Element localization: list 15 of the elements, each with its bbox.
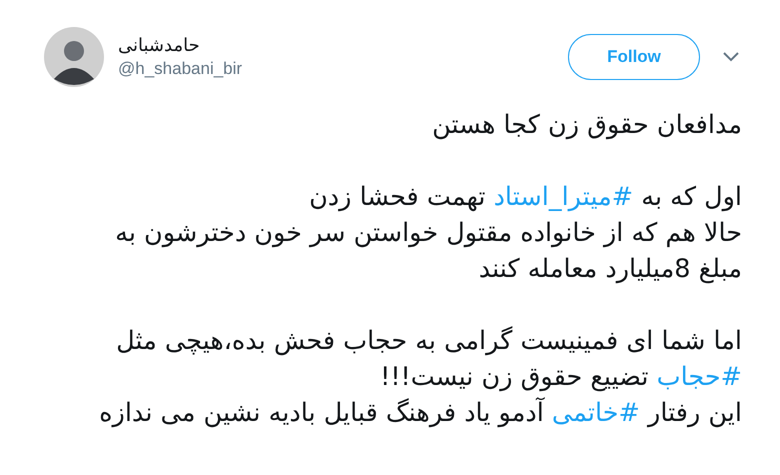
tweet-text: حالا هم که از خانواده مقتول خواستن سر خون دخترشون به: [115, 217, 742, 250]
tweet-text: اول که به #میترا_استاد تهمت فحشا زدن: [309, 181, 742, 214]
display-name: حامدشبانی: [118, 35, 200, 56]
user-handle: @h_shabani_bir: [118, 59, 242, 79]
chevron-down-icon[interactable]: [722, 51, 740, 63]
avatar: [44, 27, 104, 87]
tweet-text: مدافعان حقوق زن کجا هستن: [432, 109, 742, 142]
tweet-text: اما شما ای فمینیست گرامی به حجاب فحش بده،هیچی مثل: [116, 325, 742, 358]
tweet-text: مبلغ 8میلیارد معامله کنند: [478, 253, 742, 286]
tweet-text: #حجاب تضییع حقوق زن نیست!!!: [380, 361, 742, 394]
hashtag-link[interactable]: #حجاب: [656, 362, 742, 392]
tweet-text: این رفتار #خاتمی آدمو یاد فرهنگ قبایل بادیه نشین می ندازه: [99, 396, 742, 430]
hashtag-link[interactable]: #میترا_استاد: [494, 182, 634, 212]
hashtag-link[interactable]: #خاتمی: [552, 398, 640, 428]
follow-button[interactable]: Follow: [568, 34, 700, 80]
